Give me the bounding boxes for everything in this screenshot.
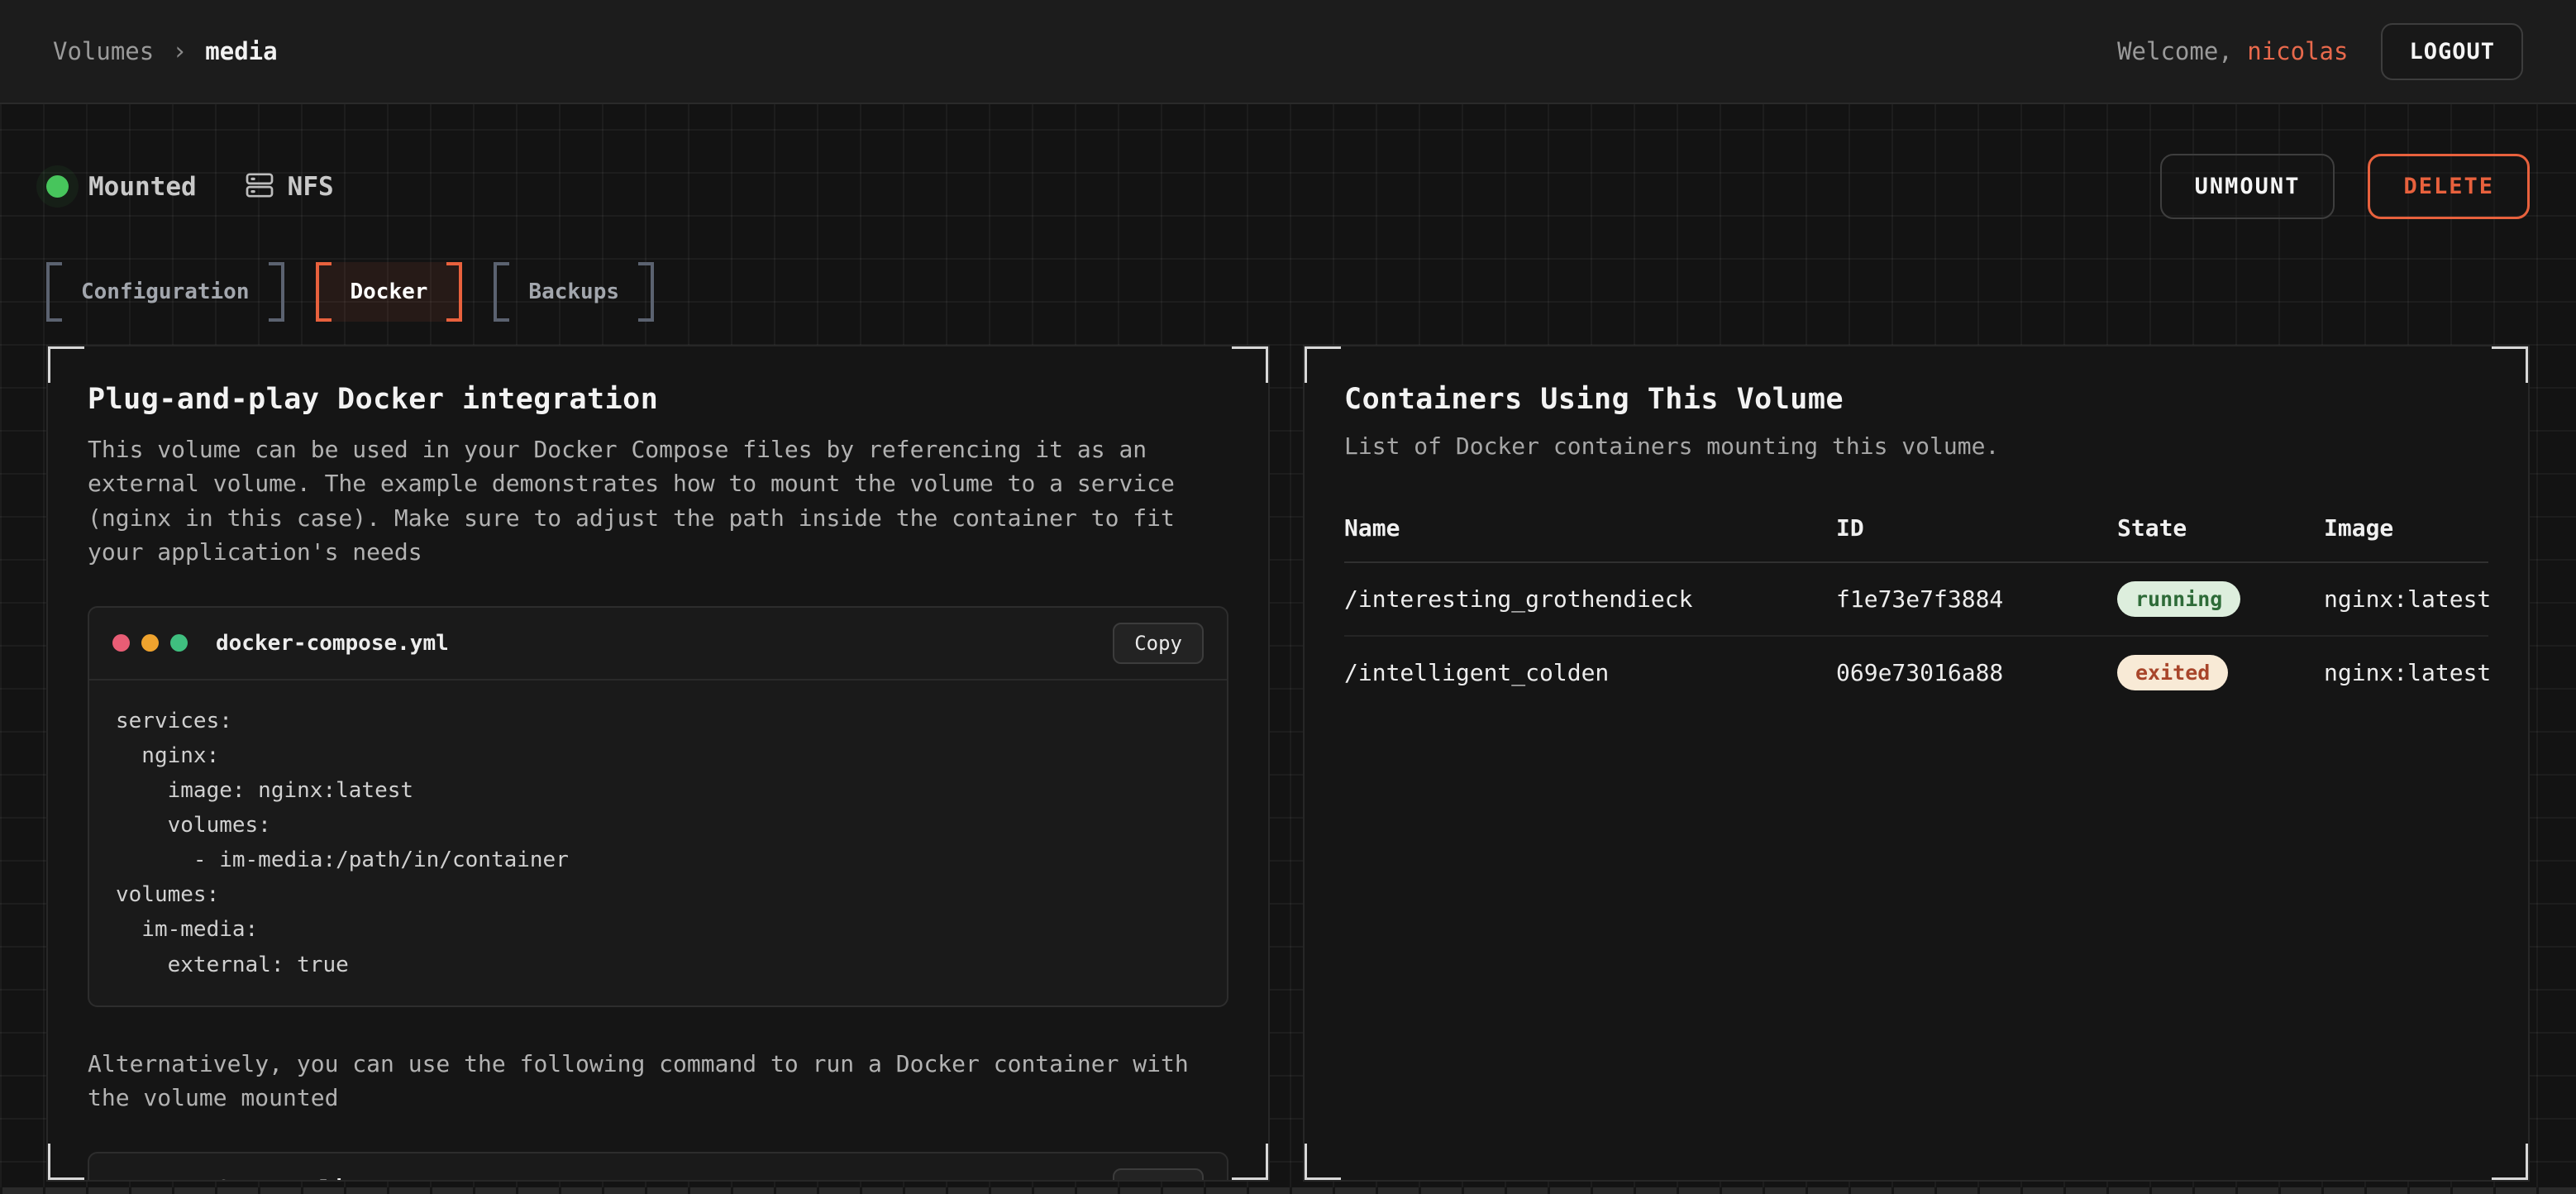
volume-status-row: Mounted NFS UNMOUNT DELETE [46, 154, 2530, 219]
delete-button[interactable]: DELETE [2368, 154, 2530, 219]
unmount-button[interactable]: UNMOUNT [2160, 154, 2335, 219]
mounted-status-dot [46, 175, 69, 198]
bottom-grid-strip [0, 1187, 2576, 1194]
username: nicolas [2247, 37, 2348, 65]
welcome-text: Welcome, nicolas [2117, 37, 2348, 65]
compose-code-block: docker-compose.yml Copy services: nginx:… [88, 606, 1228, 1007]
panel-corner-bracket [46, 345, 84, 383]
mounted-status-label: Mounted [88, 172, 197, 202]
panel-corner-bracket [2492, 1144, 2530, 1182]
tab-bar: Configuration Docker Backups [46, 262, 2530, 322]
traffic-light-dots [112, 634, 188, 652]
driver-label: NFS [288, 172, 334, 202]
column-header-image: Image [2324, 514, 2488, 542]
logout-button[interactable]: LOGOUT [2381, 23, 2523, 80]
traffic-light-red-icon [112, 1180, 130, 1182]
copy-cli-button[interactable]: Copy [1113, 1168, 1204, 1182]
breadcrumb: Volumes › media [53, 37, 278, 66]
breadcrumb-current-volume: media [205, 37, 277, 65]
container-id: f1e73e7f3884 [1836, 585, 2117, 613]
cli-title: CLI one-liner [216, 1177, 384, 1182]
table-row: /interesting_grothendieck f1e73e7f3884 r… [1344, 563, 2488, 637]
container-name: /interesting_grothendieck [1344, 585, 1836, 613]
panel-corner-bracket [2492, 345, 2530, 383]
column-header-state: State [2117, 514, 2324, 542]
containers-panel: Containers Using This Volume List of Doc… [1303, 345, 2530, 1182]
cli-intro-text: Alternatively, you can use the following… [88, 1047, 1228, 1115]
container-name: /intelligent_colden [1344, 659, 1836, 686]
tab-backups[interactable]: Backups [494, 262, 654, 322]
containers-panel-subtitle: List of Docker containers mounting this … [1344, 432, 2488, 460]
containers-table-header: Name ID State Image [1344, 514, 2488, 563]
status-badge: running [2117, 581, 2240, 617]
container-id: 069e73016a88 [1836, 659, 2117, 686]
nfs-server-icon [245, 170, 274, 203]
container-image: nginx:latest [2324, 585, 2491, 613]
traffic-light-red-icon [112, 634, 130, 652]
chevron-right-icon: › [172, 37, 187, 66]
breadcrumb-volumes-link[interactable]: Volumes [53, 37, 154, 65]
docker-panel-description: This volume can be used in your Docker C… [88, 432, 1228, 570]
traffic-light-yellow-icon [141, 1180, 159, 1182]
panel-corner-bracket [1303, 1144, 1341, 1182]
cli-code-block: CLI one-liner Copy docker run -v im-medi… [88, 1152, 1228, 1182]
container-image: nginx:latest [2324, 659, 2491, 686]
panel-corner-bracket [1232, 345, 1270, 383]
compose-filename: docker-compose.yml [216, 631, 449, 656]
traffic-light-green-icon [170, 634, 188, 652]
top-bar: Volumes › media Welcome, nicolas LOGOUT [0, 0, 2576, 104]
containers-panel-title: Containers Using This Volume [1344, 383, 2488, 416]
traffic-light-green-icon [170, 1180, 188, 1182]
traffic-light-yellow-icon [141, 634, 159, 652]
traffic-light-dots [112, 1180, 188, 1182]
panel-corner-bracket [1232, 1144, 1270, 1182]
column-header-name: Name [1344, 514, 1836, 542]
docker-integration-panel: Plug-and-play Docker integration This vo… [46, 345, 1270, 1182]
status-badge: exited [2117, 655, 2228, 690]
containers-table: Name ID State Image /interesting_grothen… [1344, 514, 2488, 709]
docker-panel-title: Plug-and-play Docker integration [88, 383, 1228, 416]
table-row: /intelligent_colden 069e73016a88 exited … [1344, 637, 2488, 709]
tab-docker[interactable]: Docker [316, 262, 463, 322]
column-header-id: ID [1836, 514, 2117, 542]
volume-driver: NFS [245, 170, 334, 203]
tab-configuration[interactable]: Configuration [46, 262, 284, 322]
panel-corner-bracket [46, 1144, 84, 1182]
copy-compose-button[interactable]: Copy [1113, 623, 1204, 664]
compose-code: services: nginx: image: nginx:latest vol… [116, 704, 1200, 982]
panel-corner-bracket [1303, 345, 1341, 383]
